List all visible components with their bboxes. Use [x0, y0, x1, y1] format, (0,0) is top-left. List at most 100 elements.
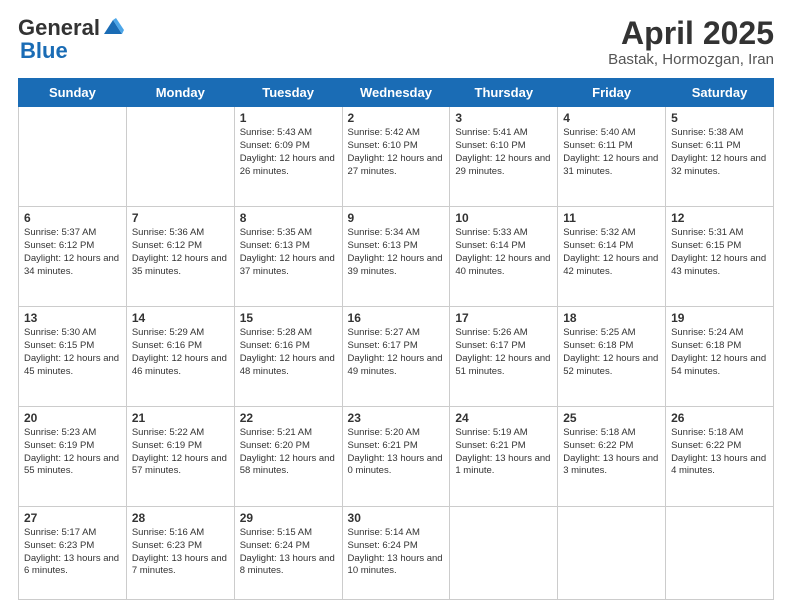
day-number: 7: [132, 211, 229, 225]
day-number: 30: [348, 511, 445, 525]
calendar-cell: 1Sunrise: 5:43 AM Sunset: 6:09 PM Daylig…: [234, 107, 342, 207]
cell-info: Sunrise: 5:38 AM Sunset: 6:11 PM Dayligh…: [671, 127, 768, 178]
calendar-cell: 6 Sunrise: 5:37 AM Sunset: 6:12 PM Daylig…: [19, 207, 127, 307]
cell-info: Sunrise: 5:18 AM Sunset: 6:22 PM Dayligh…: [563, 427, 660, 478]
calendar-cell: 24 Sunrise: 5:19 AM Sunset: 6:21 PM Dayli…: [450, 407, 558, 507]
calendar-week-2: 13 Sunrise: 5:30 AM Sunset: 6:15 PM Dayli…: [19, 307, 774, 407]
calendar-cell: 13 Sunrise: 5:30 AM Sunset: 6:15 PM Dayli…: [19, 307, 127, 407]
cell-info: Sunrise: 5:19 AM Sunset: 6:21 PM Dayligh…: [455, 427, 552, 478]
calendar-header-tuesday: Tuesday: [234, 79, 342, 107]
calendar-cell: 5 Sunrise: 5:38 AM Sunset: 6:11 PM Daylig…: [666, 107, 774, 207]
calendar-cell: 2Sunrise: 5:42 AM Sunset: 6:10 PM Daylig…: [342, 107, 450, 207]
day-number: 16: [348, 311, 445, 325]
day-number: 11: [563, 211, 660, 225]
calendar-cell: 16 Sunrise: 5:27 AM Sunset: 6:17 PM Dayli…: [342, 307, 450, 407]
cell-info: Sunrise: 5:34 AM Sunset: 6:13 PM Dayligh…: [348, 227, 445, 278]
calendar-week-1: 6 Sunrise: 5:37 AM Sunset: 6:12 PM Daylig…: [19, 207, 774, 307]
cell-info: Sunrise: 5:16 AM Sunset: 6:23 PM Dayligh…: [132, 527, 229, 578]
logo-general-text: General: [18, 17, 100, 39]
calendar-cell: 25Sunrise: 5:18 AM Sunset: 6:22 PM Dayli…: [558, 407, 666, 507]
day-number: 29: [240, 511, 337, 525]
calendar-cell: 9 Sunrise: 5:34 AM Sunset: 6:13 PM Daylig…: [342, 207, 450, 307]
cell-info: Sunrise: 5:25 AM Sunset: 6:18 PM Dayligh…: [563, 327, 660, 378]
cell-info: Sunrise: 5:33 AM Sunset: 6:14 PM Dayligh…: [455, 227, 552, 278]
calendar-header-thursday: Thursday: [450, 79, 558, 107]
cell-info: Sunrise: 5:32 AM Sunset: 6:14 PM Dayligh…: [563, 227, 660, 278]
logo: General Blue: [18, 16, 124, 62]
calendar-cell: [558, 507, 666, 600]
calendar-cell: 10 Sunrise: 5:33 AM Sunset: 6:14 PM Dayli…: [450, 207, 558, 307]
cell-info: Sunrise: 5:29 AM Sunset: 6:16 PM Dayligh…: [132, 327, 229, 378]
calendar-cell: [19, 107, 127, 207]
calendar-header-sunday: Sunday: [19, 79, 127, 107]
day-number: 28: [132, 511, 229, 525]
cell-info: Sunrise: 5:22 AM Sunset: 6:19 PM Dayligh…: [132, 427, 229, 478]
header-right: April 2025 Bastak, Hormozgan, Iran: [608, 16, 774, 68]
calendar-cell: 19Sunrise: 5:24 AM Sunset: 6:18 PM Dayli…: [666, 307, 774, 407]
calendar-cell: 21 Sunrise: 5:22 AM Sunset: 6:19 PM Dayli…: [126, 407, 234, 507]
page: General Blue April 2025 Bastak, Hormozga…: [0, 0, 792, 612]
day-number: 18: [563, 311, 660, 325]
day-number: 21: [132, 411, 229, 425]
calendar-header-wednesday: Wednesday: [342, 79, 450, 107]
cell-info: Sunrise: 5:28 AM Sunset: 6:16 PM Dayligh…: [240, 327, 337, 378]
day-number: 12: [671, 211, 768, 225]
day-number: 9: [348, 211, 445, 225]
calendar-cell: 23 Sunrise: 5:20 AM Sunset: 6:21 PM Dayli…: [342, 407, 450, 507]
day-number: 17: [455, 311, 552, 325]
day-number: 6: [24, 211, 121, 225]
calendar-cell: [126, 107, 234, 207]
day-number: 24: [455, 411, 552, 425]
day-number: 22: [240, 411, 337, 425]
day-number: 13: [24, 311, 121, 325]
day-number: 2: [348, 111, 445, 125]
calendar-week-4: 27 Sunrise: 5:17 AM Sunset: 6:23 PM Dayli…: [19, 507, 774, 600]
cell-info: Sunrise: 5:40 AM Sunset: 6:11 PM Dayligh…: [563, 127, 660, 178]
month-title: April 2025: [608, 16, 774, 51]
cell-info: Sunrise: 5:30 AM Sunset: 6:15 PM Dayligh…: [24, 327, 121, 378]
logo-blue-text: Blue: [20, 40, 124, 62]
day-number: 8: [240, 211, 337, 225]
cell-info: Sunrise: 5:17 AM Sunset: 6:23 PM Dayligh…: [24, 527, 121, 578]
calendar-header-monday: Monday: [126, 79, 234, 107]
calendar-cell: 14Sunrise: 5:29 AM Sunset: 6:16 PM Dayli…: [126, 307, 234, 407]
day-number: 4: [563, 111, 660, 125]
calendar-cell: 15Sunrise: 5:28 AM Sunset: 6:16 PM Dayli…: [234, 307, 342, 407]
header: General Blue April 2025 Bastak, Hormozga…: [18, 16, 774, 68]
cell-info: Sunrise: 5:21 AM Sunset: 6:20 PM Dayligh…: [240, 427, 337, 478]
calendar-cell: 3 Sunrise: 5:41 AM Sunset: 6:10 PM Daylig…: [450, 107, 558, 207]
day-number: 26: [671, 411, 768, 425]
cell-info: Sunrise: 5:36 AM Sunset: 6:12 PM Dayligh…: [132, 227, 229, 278]
calendar-header-saturday: Saturday: [666, 79, 774, 107]
cell-info: Sunrise: 5:20 AM Sunset: 6:21 PM Dayligh…: [348, 427, 445, 478]
cell-info: Sunrise: 5:24 AM Sunset: 6:18 PM Dayligh…: [671, 327, 768, 378]
cell-info: Sunrise: 5:41 AM Sunset: 6:10 PM Dayligh…: [455, 127, 552, 178]
calendar-cell: 12Sunrise: 5:31 AM Sunset: 6:15 PM Dayli…: [666, 207, 774, 307]
calendar-week-0: 1Sunrise: 5:43 AM Sunset: 6:09 PM Daylig…: [19, 107, 774, 207]
calendar-cell: 26 Sunrise: 5:18 AM Sunset: 6:22 PM Dayli…: [666, 407, 774, 507]
day-number: 3: [455, 111, 552, 125]
calendar-cell: 4 Sunrise: 5:40 AM Sunset: 6:11 PM Daylig…: [558, 107, 666, 207]
calendar-cell: 28 Sunrise: 5:16 AM Sunset: 6:23 PM Dayli…: [126, 507, 234, 600]
calendar-cell: [450, 507, 558, 600]
day-number: 27: [24, 511, 121, 525]
cell-info: Sunrise: 5:15 AM Sunset: 6:24 PM Dayligh…: [240, 527, 337, 578]
calendar-cell: 11 Sunrise: 5:32 AM Sunset: 6:14 PM Dayli…: [558, 207, 666, 307]
calendar-cell: 27 Sunrise: 5:17 AM Sunset: 6:23 PM Dayli…: [19, 507, 127, 600]
cell-info: Sunrise: 5:37 AM Sunset: 6:12 PM Dayligh…: [24, 227, 121, 278]
calendar-cell: [666, 507, 774, 600]
day-number: 5: [671, 111, 768, 125]
day-number: 10: [455, 211, 552, 225]
calendar-cell: 8Sunrise: 5:35 AM Sunset: 6:13 PM Daylig…: [234, 207, 342, 307]
calendar-week-3: 20Sunrise: 5:23 AM Sunset: 6:19 PM Dayli…: [19, 407, 774, 507]
cell-info: Sunrise: 5:26 AM Sunset: 6:17 PM Dayligh…: [455, 327, 552, 378]
cell-info: Sunrise: 5:18 AM Sunset: 6:22 PM Dayligh…: [671, 427, 768, 478]
calendar-table: SundayMondayTuesdayWednesdayThursdayFrid…: [18, 78, 774, 600]
calendar-cell: 17 Sunrise: 5:26 AM Sunset: 6:17 PM Dayli…: [450, 307, 558, 407]
day-number: 23: [348, 411, 445, 425]
calendar-cell: 22 Sunrise: 5:21 AM Sunset: 6:20 PM Dayli…: [234, 407, 342, 507]
cell-info: Sunrise: 5:27 AM Sunset: 6:17 PM Dayligh…: [348, 327, 445, 378]
logo-icon: [102, 16, 124, 38]
calendar-cell: 18 Sunrise: 5:25 AM Sunset: 6:18 PM Dayli…: [558, 307, 666, 407]
calendar-cell: 30Sunrise: 5:14 AM Sunset: 6:24 PM Dayli…: [342, 507, 450, 600]
